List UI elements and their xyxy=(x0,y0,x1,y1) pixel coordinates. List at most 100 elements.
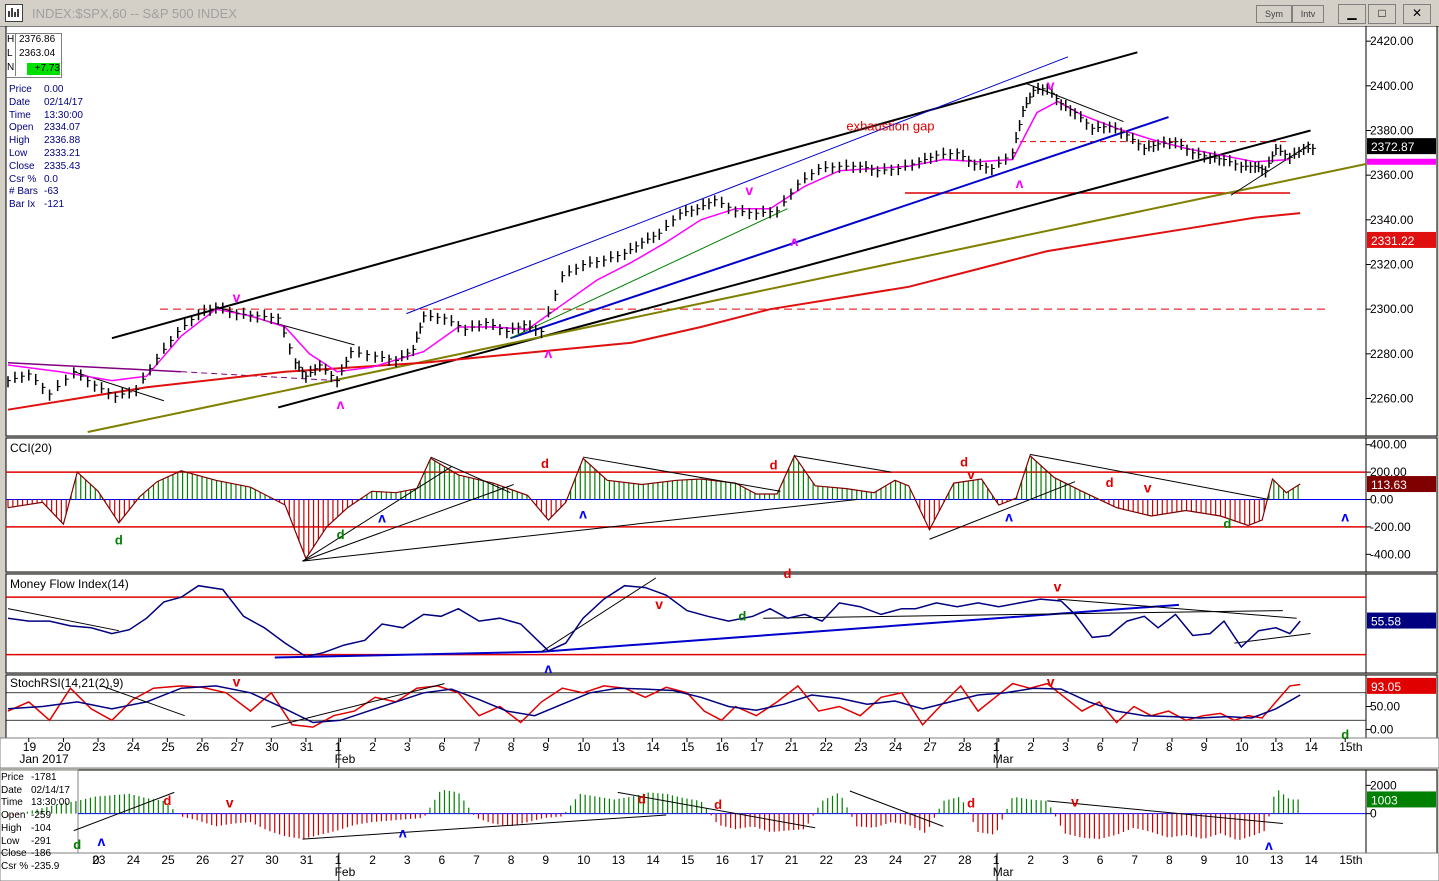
info-key: High xyxy=(9,135,30,147)
info-row: Time 13:30:00 xyxy=(1,797,70,810)
close-icon: ✕ xyxy=(1411,6,1423,20)
minimize-button[interactable]: ▁ xyxy=(1338,4,1366,24)
x-period-label: Mar xyxy=(993,752,1014,766)
info-row: Date 02/14/17 xyxy=(1,785,70,798)
x-tick-label-lower: 24 xyxy=(889,853,903,867)
minimize-icon: ▁ xyxy=(1347,6,1357,20)
x-tick-label: 22 xyxy=(820,740,834,754)
info-row: High 2336.88 xyxy=(9,135,80,148)
symbol-button[interactable]: Sym xyxy=(1256,5,1292,23)
low-key: L xyxy=(7,48,16,62)
x-tick-label-lower: 6 xyxy=(1097,853,1104,867)
signal-mark: ʌ xyxy=(378,510,386,526)
y-tick-label: 2000 xyxy=(1370,778,1397,792)
info-row: Low 2333.21 xyxy=(9,147,80,161)
info-row: Csr % -235.9 xyxy=(1,860,59,874)
info-key: Csr % xyxy=(1,860,29,872)
info-key: Time xyxy=(1,797,23,809)
x-tick-label-lower: 7 xyxy=(1131,853,1138,867)
info-row: Time 13:30:00 xyxy=(9,109,83,123)
stochrsi-panel-frame xyxy=(5,674,1367,739)
ma-short-axis-marker xyxy=(1367,158,1436,165)
info-row: Price -1781 xyxy=(1,772,57,785)
close-button[interactable]: ✕ xyxy=(1403,4,1431,24)
x-tick-label: 8 xyxy=(1166,740,1173,754)
signal-mark: ʌ xyxy=(337,396,345,412)
info-value: 2336.88 xyxy=(44,135,81,147)
x-period-label: Jan 2017 xyxy=(19,752,69,766)
info-row: High -104 xyxy=(1,822,51,836)
x-tick-label-lower: 15 xyxy=(681,853,695,867)
info-value: 13:30:00 xyxy=(31,797,70,809)
window-title: INDEX:$SPX,60 -- S&P 500 INDEX xyxy=(32,6,237,21)
x-tick-label: 3 xyxy=(404,740,411,754)
x-tick-label: 7 xyxy=(473,740,480,754)
mfi-panel-frame xyxy=(5,573,1367,674)
signal-mark: d xyxy=(738,608,746,623)
high-key: H xyxy=(7,34,16,48)
chart-window: INDEX:$SPX,60 -- S&P 500 INDEX Sym Intv … xyxy=(0,0,1439,881)
x-tick-label-lower: 10 xyxy=(1235,853,1249,867)
info-value: -186 xyxy=(31,848,52,860)
info-value: -235.9 xyxy=(31,860,60,872)
y-tick-label: 2280.00 xyxy=(1370,347,1414,361)
info-row: Close -186 xyxy=(1,848,51,861)
info-value: -121 xyxy=(44,199,65,211)
signal-mark: d xyxy=(1223,516,1231,531)
x-tick-label: 23 xyxy=(854,740,868,754)
signal-mark: ʌ xyxy=(1016,175,1024,191)
data-window-lower: Price -1781 Date 02/14/17 Time 13:30:00 … xyxy=(1,772,70,874)
signal-mark: ʌ xyxy=(790,233,798,249)
info-value: -104 xyxy=(31,822,52,834)
signal-mark: ʌ xyxy=(1341,508,1349,524)
ohlc-box: H 2376.86 L 2363.04 N +7.73 xyxy=(6,33,62,78)
signal-mark: v xyxy=(1047,674,1055,690)
x-tick-label: 10 xyxy=(1235,740,1249,754)
maximize-button[interactable]: □ xyxy=(1368,4,1396,24)
signal-mark: v xyxy=(233,674,241,690)
signal-mark: d xyxy=(337,527,345,542)
x-tick-label: 13 xyxy=(612,740,626,754)
info-row: Close 2335.43 xyxy=(9,161,80,174)
x-tick-label: 16 xyxy=(716,740,730,754)
info-row: Price 0.00 xyxy=(9,84,63,97)
y-tick-label: 2320.00 xyxy=(1370,258,1414,272)
info-row: Open -259 xyxy=(1,810,51,823)
info-row: Bar Ix -121 xyxy=(9,199,64,212)
info-row: Open 2334.07 xyxy=(9,122,80,135)
info-value: 2333.21 xyxy=(44,147,81,159)
info-value: 02/14/17 xyxy=(31,784,70,796)
x-tick-label: 25 xyxy=(161,740,175,754)
x-tick-label-lower: 30 xyxy=(265,853,279,867)
interval-button[interactable]: Intv xyxy=(1292,5,1324,23)
cci-last-value: 113.63 xyxy=(1371,478,1407,492)
y-tick-label: 2420.00 xyxy=(1370,34,1414,48)
signal-mark: d xyxy=(1106,475,1114,490)
x-tick-label-lower: 31 xyxy=(300,853,314,867)
x-tick-label-lower: 13 xyxy=(612,853,626,867)
signal-mark: ʌ xyxy=(544,345,552,361)
x-tick-label-lower: 10 xyxy=(577,853,591,867)
info-value: -63 xyxy=(44,186,59,198)
signal-mark: ʌ xyxy=(579,506,587,522)
x-period-label: Feb xyxy=(335,752,356,766)
y-tick-label: -400.00 xyxy=(1370,547,1411,561)
signal-mark: ʌ xyxy=(544,660,552,676)
info-key: Low xyxy=(9,147,28,159)
x-tick-label: 13 xyxy=(1270,740,1284,754)
info-key: Time xyxy=(9,109,31,121)
x-tick-label-lower: 2 xyxy=(1027,853,1034,867)
info-key: Price xyxy=(9,84,32,95)
x-tick-label: 10 xyxy=(577,740,591,754)
data-window: Price 0.00 Date 02/14/17 Time 13:30:00 O… xyxy=(9,84,83,212)
x-tick-label-lower: 7 xyxy=(473,853,480,867)
signal-mark: d xyxy=(73,837,81,852)
info-key: Date xyxy=(9,96,31,108)
y-tick-label: 2380.00 xyxy=(1370,124,1414,138)
info-value: -1781 xyxy=(31,772,57,783)
signal-mark: v xyxy=(967,466,975,482)
x-tick-label: 24 xyxy=(127,740,141,754)
info-key: Close xyxy=(1,848,27,860)
x-tick-label-lower: 25 xyxy=(161,853,175,867)
info-key: High xyxy=(1,822,22,834)
